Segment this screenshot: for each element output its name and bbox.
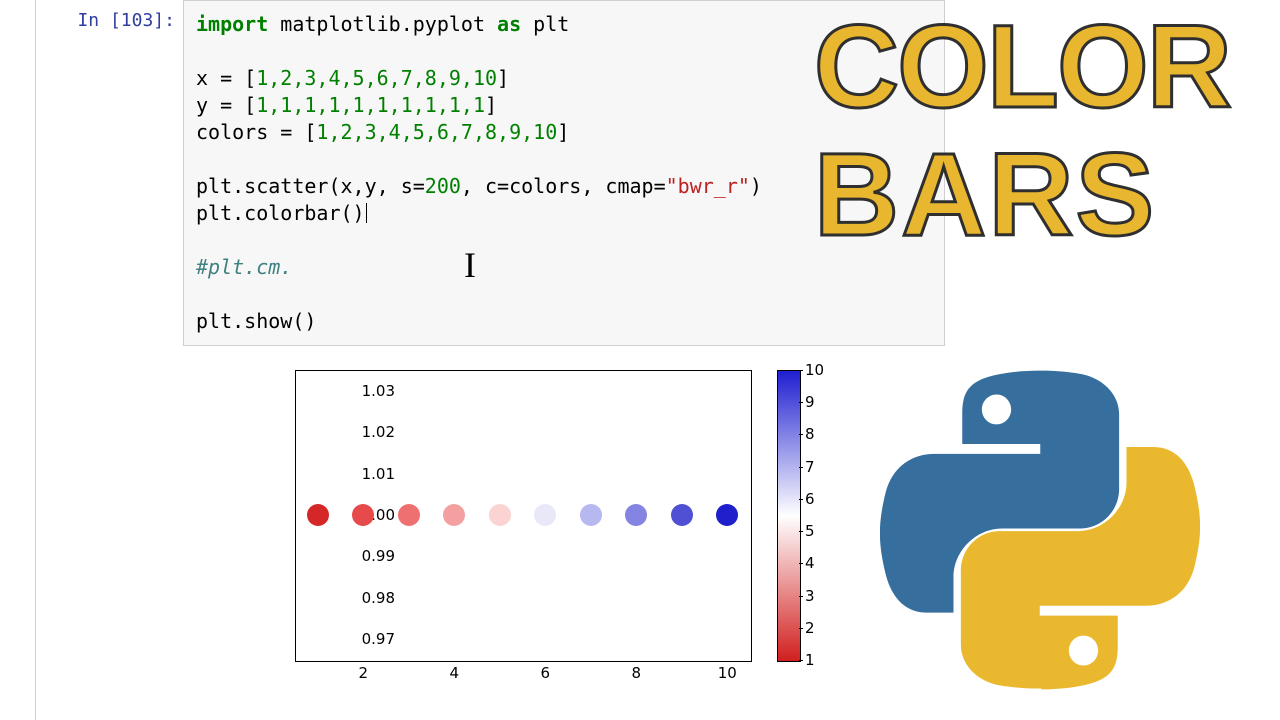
scatter-point (716, 504, 738, 526)
colorbar-tick-mark (799, 402, 803, 403)
scatter-point (352, 504, 374, 526)
colorbar-tick-mark (799, 499, 803, 500)
notebook-cell: In [103]: import matplotlib.pyplot as pl… (45, 0, 945, 694)
scatter-point (489, 504, 511, 526)
colorbar-tick-label: 7 (805, 458, 815, 476)
scatter-point (398, 504, 420, 526)
colorbar-tick-mark (799, 531, 803, 532)
x-tick-label: 2 (358, 664, 368, 682)
colorbar-tick-label: 9 (805, 393, 815, 411)
scatter-point (534, 504, 556, 526)
text-caret (366, 203, 367, 223)
scatter-point (671, 504, 693, 526)
x-tick-label: 4 (449, 664, 459, 682)
y-tick-label: 1.03 (362, 382, 395, 400)
colorbar-tick-mark (799, 660, 803, 661)
y-tick-label: 0.98 (362, 589, 395, 607)
y-tick-label: 0.99 (362, 547, 395, 565)
colorbar-tick-mark (799, 467, 803, 468)
notebook-left-border (35, 0, 36, 720)
colorbar-tick-label: 3 (805, 587, 815, 605)
scatter-point (625, 504, 647, 526)
colorbar-tick-mark (799, 563, 803, 564)
scatter-point (307, 504, 329, 526)
colorbar-tick-label: 8 (805, 425, 815, 443)
colorbar-tick-label: 10 (805, 361, 824, 379)
y-tick-label: 1.01 (362, 465, 395, 483)
colorbar-tick-mark (799, 434, 803, 435)
colorbar-tick-mark (799, 628, 803, 629)
scatter-point (443, 504, 465, 526)
colorbar-tick-mark (799, 596, 803, 597)
code-input-area[interactable]: import matplotlib.pyplot as plt x = [1,2… (183, 0, 945, 346)
ibeam-cursor-icon: I (464, 241, 476, 290)
y-tick-label: 1.02 (362, 423, 395, 441)
kw-import: import (196, 12, 268, 36)
kw-as: as (497, 12, 521, 36)
colorbar-tick-mark (799, 370, 803, 371)
colorbar-tick-label: 4 (805, 554, 815, 572)
colorbar-tick-label: 6 (805, 490, 815, 508)
x-tick-label: 6 (540, 664, 550, 682)
colorbar-tick-label: 5 (805, 522, 815, 540)
colorbar-tick-label: 1 (805, 651, 815, 669)
x-tick-label: 8 (631, 664, 641, 682)
scatter-point (580, 504, 602, 526)
plot-output: 0.970.980.991.001.011.021.03246810123456… (217, 364, 857, 694)
input-prompt: In [103]: (45, 0, 183, 31)
colorbar (777, 370, 801, 662)
y-tick-label: 0.97 (362, 630, 395, 648)
x-tick-label: 10 (718, 664, 737, 682)
colorbar-tick-label: 2 (805, 619, 815, 637)
